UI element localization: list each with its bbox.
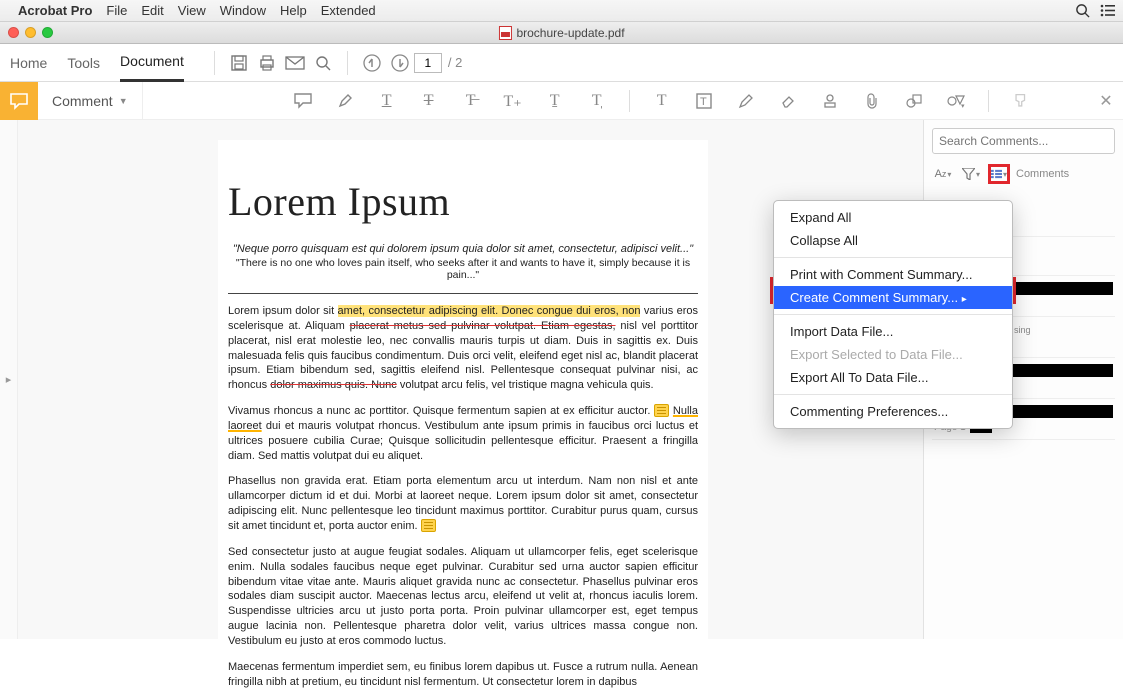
document-title: Lorem Ipsum [228,178,698,225]
eraser-tool[interactable] [778,91,798,111]
paragraph-1: Lorem ipsum dolor sit amet, consectetur … [228,304,698,393]
menu-export-all[interactable]: Export All To Data File... [774,366,1012,389]
subquote-line: "There is no one who loves pain itself, … [228,257,698,281]
search-button[interactable] [309,55,337,71]
underline-tool[interactable]: T [377,91,397,111]
menu-window[interactable]: Window [220,3,266,18]
next-page-button[interactable] [386,54,414,72]
highlight-tool[interactable] [335,91,355,111]
print-button[interactable] [253,54,281,72]
menu-create-summary[interactable]: Create Comment Summary... ▸ [774,286,1012,309]
sticky-note-icon[interactable] [654,404,669,417]
strikethrough-tool[interactable]: T [419,91,439,111]
menu-edit[interactable]: Edit [141,3,163,18]
menu-collapse-all[interactable]: Collapse All [774,229,1012,252]
replace-text-tool[interactable]: T̶ [461,91,481,111]
page-total-label: / 2 [448,55,462,70]
window-titlebar: brochure-update.pdf [0,22,1123,44]
comment-mode-button[interactable] [0,82,38,120]
text-box-tool[interactable]: T [652,91,672,111]
menu-divider [774,394,1012,395]
divider [228,293,698,294]
menu-list-icon[interactable] [1100,4,1115,17]
stamp-tool[interactable] [820,91,840,111]
menu-commenting-prefs[interactable]: Commenting Preferences... [774,400,1012,423]
text-callout-tool[interactable]: T [694,91,714,111]
save-button[interactable] [225,54,253,72]
sticky-note-icon[interactable] [421,519,436,532]
quote-line: "Neque porro quisquam est qui dolorem ip… [228,243,698,255]
attach-file-tool[interactable] [862,91,882,111]
insert-text-tool[interactable]: T₊ [503,91,523,111]
window-close-button[interactable] [8,27,19,38]
comment-dropdown[interactable]: Comment ▼ [38,82,143,119]
add-note-to-text-tool[interactable]: Ṯ [545,91,565,111]
svg-text:T: T [700,96,707,108]
highlight-annotation[interactable]: amet, consectetur adipiscing elit. Donec… [338,305,641,317]
svg-text:▾: ▾ [961,103,965,109]
window-minimize-button[interactable] [25,27,36,38]
search-comments-input[interactable] [932,128,1115,154]
strikethrough-annotation[interactable]: dolor maximus quis. Nunc [270,379,397,391]
window-title-text: brochure-update.pdf [516,26,624,40]
menu-divider [774,314,1012,315]
menu-divider [774,257,1012,258]
comment-dropdown-label: Comment [52,93,113,109]
comment-toolbar: Comment ▼ T T T̶ T₊ Ṯ T̩ T T ▾ ✕ [0,82,1123,120]
page-number-input[interactable] [414,53,442,73]
sticky-note-tool[interactable] [293,91,313,111]
paragraph-3: Phasellus non gravida erat. Etiam porta … [228,474,698,533]
spotlight-icon[interactable] [1075,3,1090,18]
left-nav-handle[interactable]: ▸ [0,120,18,639]
menu-extended[interactable]: Extended [321,3,376,18]
pdf-page: Lorem Ipsum "Neque porro quisquam est qu… [218,140,708,639]
mac-menubar: Acrobat Pro File Edit View Window Help E… [0,0,1123,22]
menu-file[interactable]: File [106,3,127,18]
close-comment-pane-button[interactable]: ✕ [1089,91,1123,111]
shapes-tool[interactable] [904,91,924,111]
email-button[interactable] [281,56,309,70]
text-correction-tool[interactable]: T̩ [587,91,607,111]
strikethrough-annotation[interactable]: placerat metus sed pulvinar volutpat. Et… [350,320,616,332]
paragraph-5: Maecenas fermentum imperdiet sem, eu fin… [228,660,698,689]
comments-count-label: Comments [1016,168,1069,180]
tab-home[interactable]: Home [10,45,47,81]
pin-tool[interactable] [1011,91,1031,111]
menu-view[interactable]: View [178,3,206,18]
menu-print-summary[interactable]: Print with Comment Summary... [774,263,1012,286]
tab-tools[interactable]: Tools [67,45,100,81]
app-menu[interactable]: Acrobat Pro [18,3,92,18]
tab-document[interactable]: Document [120,43,184,82]
comment-options-button[interactable]: ▾ [988,164,1010,184]
toolbar-separator [988,90,989,112]
main-toolbar: Home Tools Document / 2 [0,44,1123,82]
chevron-down-icon: ▼ [119,96,128,106]
comment-options-menu: Expand All Collapse All Print with Comme… [773,200,1013,429]
window-zoom-button[interactable] [42,27,53,38]
filter-comments-button[interactable]: ▾ [960,164,982,184]
paragraph-4: Sed consectetur justo at augue feugiat s… [228,545,698,649]
pencil-tool[interactable] [736,91,756,111]
drawing-tools-dropdown[interactable]: ▾ [946,91,966,111]
paragraph-2: Vivamus rhoncus a nunc ac porttitor. Qui… [228,404,698,463]
menu-expand-all[interactable]: Expand All [774,206,1012,229]
menu-export-selected: Export Selected to Data File... [774,343,1012,366]
menu-help[interactable]: Help [280,3,307,18]
sort-comments-button[interactable]: Az▾ [932,164,954,184]
toolbar-separator [629,90,630,112]
prev-page-button[interactable] [358,54,386,72]
pdf-file-icon [498,26,511,40]
menu-import-data[interactable]: Import Data File... [774,320,1012,343]
